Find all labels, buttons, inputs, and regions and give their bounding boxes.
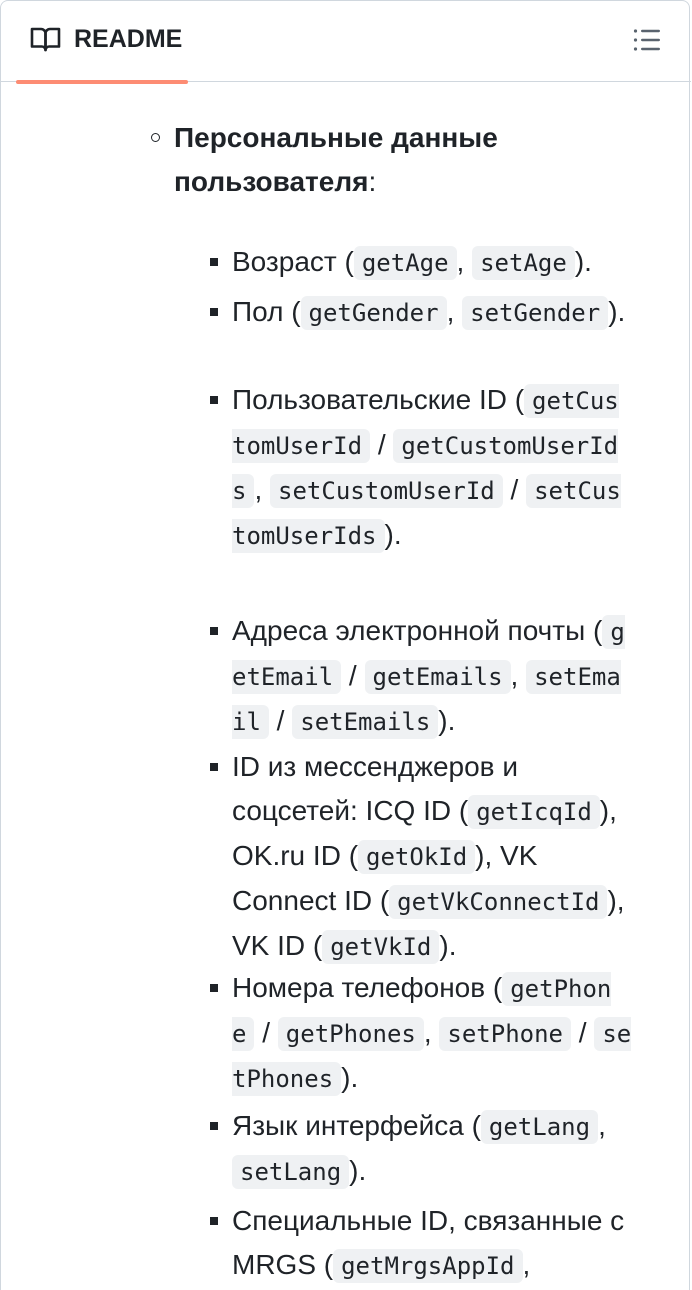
text-fragment: ). bbox=[438, 705, 456, 736]
code-method-name: setCustomUserId bbox=[270, 474, 503, 508]
list-item-text: Номера телефонов (getPhone / getPhones, … bbox=[232, 966, 632, 1101]
text-fragment: ). bbox=[574, 246, 592, 277]
code-method-name: setGender bbox=[462, 296, 609, 330]
table-of-contents-button[interactable] bbox=[619, 20, 675, 60]
section-heading: Персональные данные пользователя: bbox=[174, 122, 498, 197]
circle-bullet bbox=[151, 133, 160, 142]
code-method-name: setAge bbox=[472, 246, 575, 280]
readme-header: README bbox=[1, 0, 691, 84]
text-fragment: , bbox=[456, 246, 473, 277]
text-fragment: ). bbox=[439, 930, 457, 961]
text-fragment: / bbox=[254, 1017, 278, 1048]
code-method-name: getMrgsAppId bbox=[333, 1249, 523, 1283]
square-bullet bbox=[210, 308, 218, 316]
text-fragment: , bbox=[598, 1110, 606, 1141]
code-method-name: getGender bbox=[300, 296, 447, 330]
code-method-name: getVkConnectId bbox=[389, 885, 608, 919]
code-method-name: getLang bbox=[480, 1110, 599, 1144]
text-fragment: Номера телефонов ( bbox=[232, 972, 503, 1003]
text-fragment: / bbox=[268, 705, 293, 736]
text-fragment: Адреса электронной почты ( bbox=[232, 615, 603, 646]
text-fragment: / bbox=[370, 429, 394, 460]
text-fragment: / bbox=[571, 1017, 595, 1048]
square-bullet bbox=[210, 763, 218, 771]
tab-readme-label: README bbox=[74, 25, 183, 53]
code-method-name: getIcqId bbox=[468, 795, 600, 829]
text-fragment: , bbox=[254, 474, 271, 505]
list-item-text: Язык интерфейса (getLang, setLang). bbox=[232, 1104, 632, 1194]
list-item-text: Пол (getGender, setGender). bbox=[232, 290, 632, 335]
list-item-text: ID из мессенджеров и соцсетей: ICQ ID (g… bbox=[232, 745, 632, 969]
code-method-name: setLang bbox=[232, 1155, 350, 1189]
square-bullet bbox=[210, 1122, 218, 1130]
text-fragment: Возраст ( bbox=[232, 246, 354, 277]
list-item-text: Возраст (getAge, setAge). bbox=[232, 240, 632, 285]
code-method-name: getEmails bbox=[364, 660, 511, 694]
text-fragment: ). bbox=[608, 296, 626, 327]
square-bullet bbox=[210, 1217, 218, 1225]
text-fragment: Пол ( bbox=[232, 296, 301, 327]
text-fragment: Пользовательские ID ( bbox=[232, 384, 525, 415]
square-bullet bbox=[210, 627, 218, 635]
code-method-name: getOkId bbox=[358, 840, 476, 874]
square-bullet bbox=[210, 984, 218, 992]
tab-readme[interactable]: README bbox=[16, 0, 188, 84]
code-method-name: setEmails bbox=[292, 705, 439, 739]
square-bullet bbox=[210, 396, 218, 404]
code-method-name: setPhone bbox=[439, 1017, 571, 1051]
book-icon bbox=[30, 26, 61, 53]
text-fragment: , bbox=[423, 1017, 440, 1048]
list-item-text: Специальные ID, связанные с MRGS (getMrg… bbox=[232, 1199, 632, 1288]
text-fragment: / bbox=[341, 660, 365, 691]
code-method-name: getPhones bbox=[277, 1017, 424, 1051]
text-fragment: / bbox=[502, 474, 527, 505]
text-fragment: , bbox=[522, 1249, 531, 1280]
code-method-name: getVkId bbox=[322, 930, 440, 964]
text-fragment: , bbox=[446, 296, 463, 327]
text-fragment: ). bbox=[349, 1155, 367, 1186]
code-method-name: getAge bbox=[353, 246, 457, 280]
list-item-text: Адреса электронной почты (getEmail / get… bbox=[232, 609, 632, 744]
active-tab-underline bbox=[16, 80, 188, 84]
text-fragment: Язык интерфейса ( bbox=[232, 1110, 481, 1141]
square-bullet bbox=[210, 258, 218, 266]
text-fragment: ). bbox=[384, 519, 402, 550]
list-unordered-icon bbox=[633, 29, 660, 51]
text-fragment: ). bbox=[341, 1062, 359, 1093]
text-fragment: , bbox=[510, 660, 527, 691]
list-item-text: Пользовательские ID (getCustomUserId / g… bbox=[232, 378, 632, 558]
